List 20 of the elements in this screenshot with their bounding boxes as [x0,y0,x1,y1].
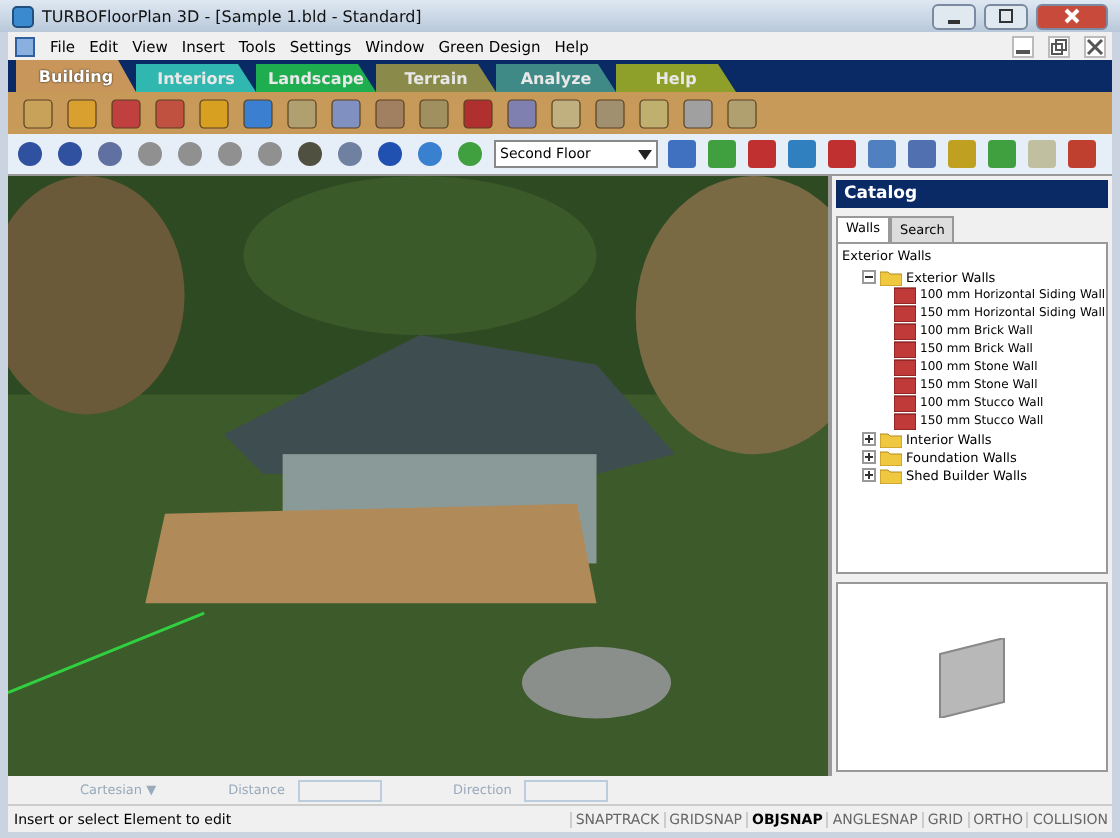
window-title: TURBOFloorPlan 3D - [Sample 1.bld - Standard] [42,7,422,25]
app-icon [12,5,34,27]
close-icon[interactable] [1084,35,1106,57]
restore-icon[interactable] [1048,35,1070,57]
minimize-icon[interactable] [1012,35,1034,57]
close-button[interactable] [1036,3,1108,29]
maximize-button[interactable] [984,3,1028,29]
expander-icon[interactable] [862,432,876,446]
3d-garden-render-drawing[interactable] [8,176,828,776]
maximize-icon [998,8,1014,24]
folder-icon [880,269,902,285]
expander-icon[interactable] [862,450,876,464]
document-icon [14,35,36,57]
wall-preview-drawing [936,637,1008,717]
minimize-button[interactable] [932,3,976,29]
close-icon [1064,8,1080,24]
panel-title: Catalog [836,180,1108,208]
dropdown-arrow-icon [638,149,652,159]
expander-icon[interactable] [862,270,876,284]
expander-icon[interactable] [862,468,876,482]
